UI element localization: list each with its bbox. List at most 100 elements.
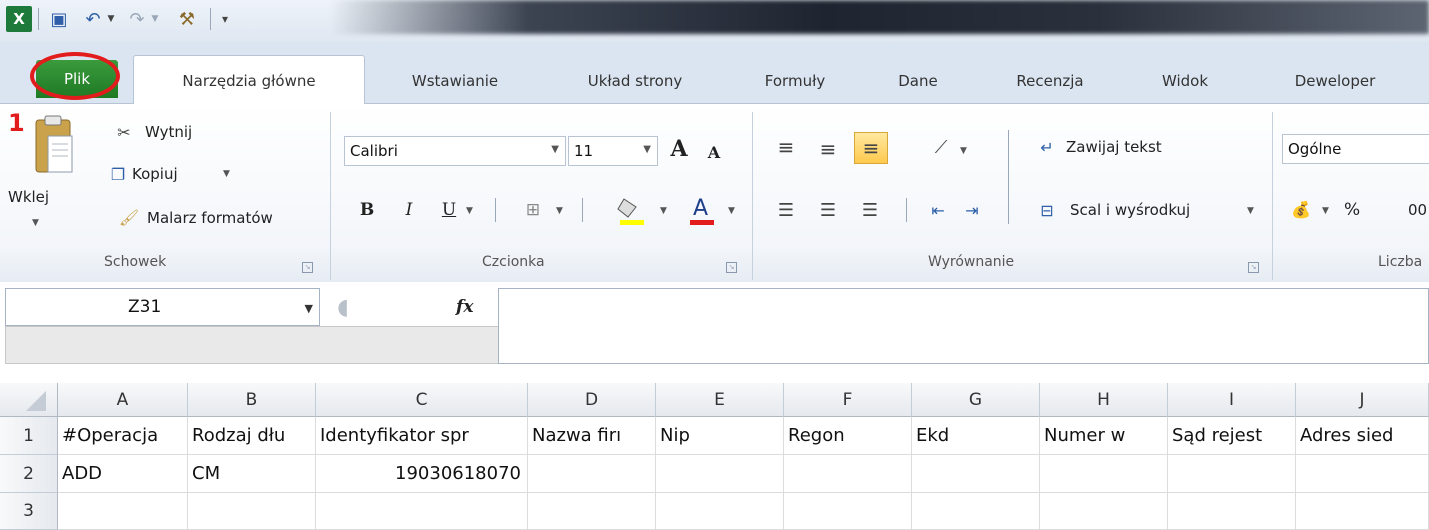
paste-dropdown-icon[interactable]: ▼ — [32, 218, 39, 228]
column-header-a[interactable]: A — [58, 383, 188, 417]
bold-button[interactable]: B — [354, 195, 380, 225]
cell-g2[interactable] — [912, 455, 1040, 493]
tab-insert[interactable]: Wstawianie — [380, 66, 530, 96]
cell-f2[interactable] — [784, 455, 912, 493]
currency-icon[interactable]: 💰 — [1286, 194, 1316, 224]
column-header-d[interactable]: D — [528, 383, 656, 417]
cell-b1[interactable]: Rodzaj dłu — [188, 417, 316, 455]
shrink-font-icon[interactable]: A — [700, 138, 728, 166]
align-left-icon[interactable]: ☰ — [772, 196, 800, 224]
name-box[interactable]: Z31 ▼ — [5, 288, 320, 326]
cell-j1[interactable]: Adres sied — [1296, 417, 1429, 455]
font-name-combo[interactable]: Calibri ▼ — [344, 136, 566, 166]
tab-developer[interactable]: Deweloper — [1265, 66, 1405, 96]
column-header-b[interactable]: B — [188, 383, 316, 417]
column-header-c[interactable]: C — [316, 383, 528, 417]
column-header-h[interactable]: H — [1040, 383, 1168, 417]
comma-style-button[interactable]: 00 — [1408, 196, 1427, 224]
cell-d1[interactable]: Nazwa firı — [528, 417, 656, 455]
underline-dropdown-icon[interactable]: ▼ — [466, 206, 473, 216]
save-icon[interactable]: ▣ — [46, 6, 72, 32]
currency-dropdown-icon[interactable]: ▼ — [1322, 206, 1329, 216]
align-middle-icon[interactable]: ≡ — [814, 136, 842, 162]
cell-d3[interactable] — [528, 493, 656, 530]
row-header-2[interactable]: 2 — [0, 455, 58, 493]
paste-icon[interactable] — [30, 114, 76, 182]
redo-dropdown-icon[interactable]: ▼ — [148, 6, 162, 32]
redo-icon[interactable]: ↷ — [124, 6, 150, 32]
cell-c2[interactable]: 19030618070 — [316, 455, 528, 493]
cell-f1[interactable]: Regon — [784, 417, 912, 455]
cell-g3[interactable] — [912, 493, 1040, 530]
font-size-dropdown-icon[interactable]: ▼ — [643, 144, 651, 155]
cell-j3[interactable] — [1296, 493, 1429, 530]
tab-view[interactable]: Widok — [1135, 66, 1235, 96]
cell-c3[interactable] — [316, 493, 528, 530]
percent-button[interactable]: % — [1344, 196, 1360, 224]
row-header-3[interactable]: 3 — [0, 493, 58, 530]
cell-e2[interactable] — [656, 455, 784, 493]
copy-dropdown-icon[interactable]: ▼ — [223, 169, 230, 179]
column-header-g[interactable]: G — [912, 383, 1040, 417]
merge-center-dropdown-icon[interactable]: ▼ — [1247, 206, 1254, 216]
row-header-1[interactable]: 1 — [0, 417, 58, 455]
paste-button[interactable]: Wklej — [8, 185, 49, 209]
italic-button[interactable]: I — [396, 195, 422, 225]
tab-page-layout[interactable]: Układ strony — [555, 66, 715, 96]
excel-app-icon[interactable]: X — [6, 6, 32, 32]
insert-function-button[interactable]: fx — [456, 292, 473, 322]
column-header-j[interactable]: J — [1296, 383, 1429, 417]
cell-e3[interactable] — [656, 493, 784, 530]
cell-b3[interactable] — [188, 493, 316, 530]
cell-c1[interactable]: Identyfikator spr — [316, 417, 528, 455]
copy-button[interactable]: Kopiuj — [132, 162, 178, 186]
fill-color-dropdown-icon[interactable]: ▼ — [660, 206, 667, 216]
borders-dropdown-icon[interactable]: ▼ — [556, 206, 563, 216]
alignment-launcher-icon[interactable]: ↘ — [1248, 262, 1259, 273]
format-painter-button[interactable]: Malarz formatów — [147, 206, 273, 230]
tab-formulas[interactable]: Formuły — [740, 66, 850, 96]
cell-a2[interactable]: ADD — [58, 455, 188, 493]
column-header-i[interactable]: I — [1168, 383, 1296, 417]
quick-access-tool-icon[interactable]: ⚒ — [172, 6, 202, 32]
wrap-text-button[interactable]: Zawijaj tekst — [1066, 134, 1162, 160]
cell-h2[interactable] — [1040, 455, 1168, 493]
number-format-combo[interactable]: Ogólne — [1282, 134, 1429, 164]
font-name-dropdown-icon[interactable]: ▼ — [551, 144, 559, 155]
align-bottom-icon[interactable]: ≡ — [854, 132, 888, 164]
align-right-icon[interactable]: ☰ — [856, 196, 884, 224]
cell-e1[interactable]: Nip — [656, 417, 784, 455]
orientation-icon[interactable]: ⟋ — [926, 134, 956, 160]
font-launcher-icon[interactable]: ↘ — [726, 262, 737, 273]
cell-f3[interactable] — [784, 493, 912, 530]
customize-toolbar-icon[interactable]: ▾ — [216, 6, 234, 32]
merge-center-button[interactable]: Scal i wyśrodkuj — [1070, 196, 1190, 224]
cut-button[interactable]: Wytnij — [145, 120, 192, 144]
select-all-button[interactable] — [0, 383, 58, 417]
cell-d2[interactable] — [528, 455, 656, 493]
cell-h1[interactable]: Numer w — [1040, 417, 1168, 455]
cell-g1[interactable]: Ekd — [912, 417, 1040, 455]
clipboard-launcher-icon[interactable]: ↘ — [302, 262, 313, 273]
cell-i1[interactable]: Sąd rejest — [1168, 417, 1296, 455]
borders-icon[interactable]: ⊞ — [520, 195, 546, 225]
decrease-indent-icon[interactable]: ⇤ — [924, 196, 952, 224]
orientation-dropdown-icon[interactable]: ▼ — [960, 146, 967, 156]
undo-dropdown-icon[interactable]: ▼ — [104, 6, 118, 32]
column-header-f[interactable]: F — [784, 383, 912, 417]
cell-h3[interactable] — [1040, 493, 1168, 530]
cell-a1[interactable]: #Operacja — [58, 417, 188, 455]
grow-font-icon[interactable]: A — [664, 134, 694, 164]
name-box-dropdown-icon[interactable]: ▼ — [305, 302, 313, 315]
cell-j2[interactable] — [1296, 455, 1429, 493]
align-center-icon[interactable]: ☰ — [814, 196, 842, 224]
formula-input[interactable] — [498, 288, 1429, 364]
font-color-icon[interactable]: A — [686, 193, 718, 227]
cell-i3[interactable] — [1168, 493, 1296, 530]
tab-review[interactable]: Recenzja — [995, 66, 1105, 96]
font-size-combo[interactable]: 11 ▼ — [568, 136, 658, 166]
align-top-icon[interactable]: ≡ — [772, 134, 800, 160]
tab-home[interactable]: Narzędzia główne — [133, 55, 365, 105]
font-color-dropdown-icon[interactable]: ▼ — [728, 206, 735, 216]
cell-i2[interactable] — [1168, 455, 1296, 493]
